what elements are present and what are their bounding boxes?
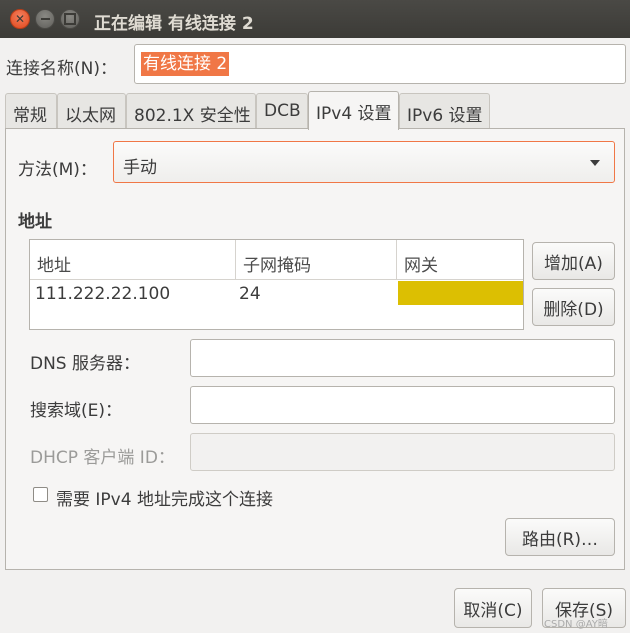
gateway-cell[interactable] [398,281,523,305]
tab-ethernet[interactable]: 以太网 [57,93,126,129]
tab-ipv6-settings[interactable]: IPv6 设置 [399,93,490,129]
column-header-netmask[interactable]: 子网掩码 [236,240,397,280]
tab-ipv4-settings[interactable]: IPv4 设置 [308,91,399,130]
column-header-address[interactable]: 地址 [30,240,236,280]
dhcp-client-id-label: DHCP 客户端 ID： [30,448,175,468]
window-title: 正在编辑 有线连接 2 [94,14,254,34]
tab-bar: 常规 以太网 802.1X 安全性 DCB IPv4 设置 IPv6 设置 [5,91,625,130]
dhcp-client-id-input [190,433,615,471]
method-label: 方法(M)： [18,160,97,180]
add-address-button[interactable]: 增加(A) [532,242,615,280]
dns-servers-input[interactable] [190,339,615,377]
method-dropdown[interactable]: 手动 [113,141,615,183]
method-value: 手动 [123,158,157,178]
search-domains-label: 搜索域(E)： [30,401,123,421]
address-cell[interactable]: 111.222.22.100 [30,280,236,306]
delete-address-button[interactable]: 删除(D) [532,288,615,326]
address-table-header: 地址 子网掩码 网关 [30,240,523,280]
connection-name-value: 有线连接 2 [141,52,230,76]
tab-general[interactable]: 常规 [5,93,57,129]
chevron-down-icon [590,160,600,166]
netmask-cell[interactable]: 24 [236,280,397,306]
routes-button[interactable]: 路由(R)… [505,518,615,556]
search-domains-input[interactable] [190,386,615,424]
title-bar: ✕ 正在编辑 有线连接 2 [0,0,630,38]
require-ipv4-label[interactable]: 需要 IPv4 地址完成这个连接 [56,485,273,510]
require-ipv4-checkbox[interactable] [33,487,48,502]
minimize-window-icon[interactable] [35,9,55,29]
dns-servers-label: DNS 服务器： [30,354,141,374]
tab-dcb[interactable]: DCB [256,93,308,129]
column-header-gateway[interactable]: 网关 [397,240,523,280]
maximize-window-icon[interactable] [60,9,80,29]
address-table[interactable]: 地址 子网掩码 网关 111.222.22.100 24 [29,239,524,330]
watermark: CSDN @AY暗 [544,619,608,630]
cancel-button[interactable]: 取消(C) [454,588,532,628]
connection-name-label: 连接名称(N)： [6,59,117,79]
close-window-icon[interactable]: ✕ [10,9,30,29]
address-section-title: 地址 [18,212,52,232]
tab-8021x-security[interactable]: 802.1X 安全性 [126,93,256,129]
connection-name-input[interactable]: 有线连接 2 [134,44,626,84]
